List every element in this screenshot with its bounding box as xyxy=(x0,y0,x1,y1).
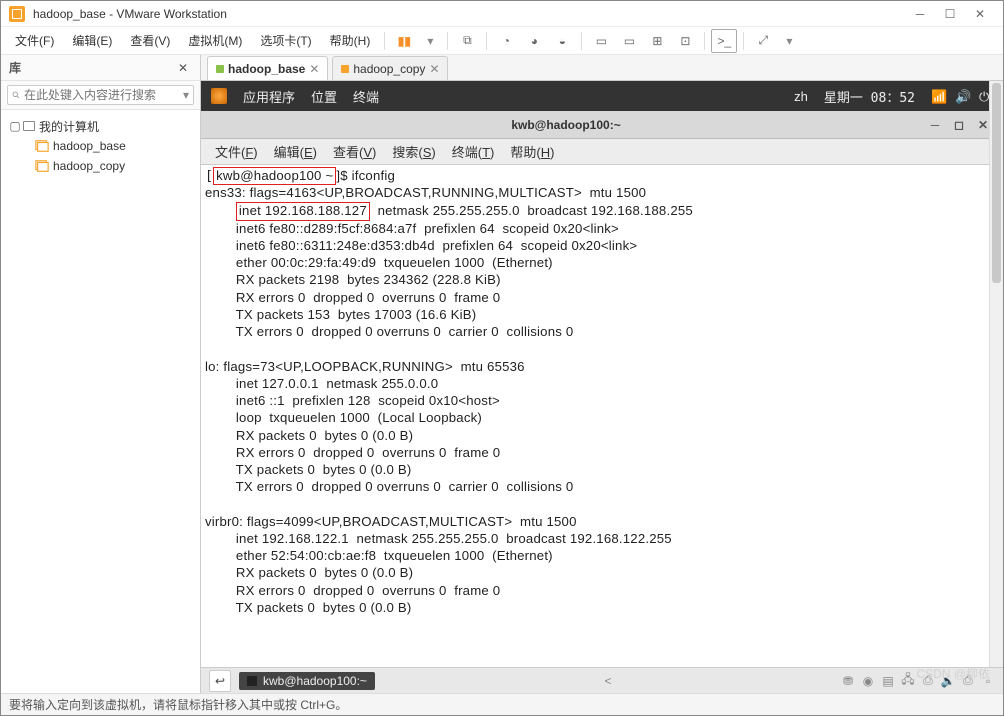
vm-icon xyxy=(341,65,349,73)
printer-icon[interactable]: ⎙ xyxy=(961,674,975,688)
tab-close-button[interactable]: ✕ xyxy=(309,62,319,76)
content-area: hadoop_base ✕ hadoop_copy ✕ 应用程序 位置 终端 z… xyxy=(201,55,1003,693)
guest-menu-terminal[interactable]: 终端 xyxy=(353,87,379,106)
tab-hadoop-base[interactable]: hadoop_base ✕ xyxy=(207,56,328,80)
snapshot-button[interactable]: ◔ xyxy=(493,29,519,53)
tree-item-hadoop-copy[interactable]: hadoop_copy xyxy=(5,156,196,176)
vm-tabs: hadoop_base ✕ hadoop_copy ✕ xyxy=(201,55,1003,81)
guest-menu-apps[interactable]: 应用程序 xyxy=(243,87,295,106)
guest-window-title: kwb@hadoop100:~ xyxy=(511,118,620,132)
network-adapter-icon[interactable]: 🖧 xyxy=(901,674,915,688)
gmenu-search[interactable]: 搜索(S) xyxy=(386,140,441,163)
floppy-icon[interactable]: ▤ xyxy=(881,674,895,688)
vm-statusbar: ↩ kwb@hadoop100:~ < ⛃ ◉ ▤ 🖧 ⎙ 🔈 ⎙ ▫ xyxy=(201,667,1003,693)
menu-help[interactable]: 帮助(H) xyxy=(322,28,379,53)
guest-lang-indicator[interactable]: zh xyxy=(794,89,808,104)
guest-clock: 星期一 08：52 xyxy=(824,87,915,106)
menu-tabs[interactable]: 选项卡(T) xyxy=(252,28,319,53)
vm-device-tray: ⛃ ◉ ▤ 🖧 ⎙ 🔈 ⎙ ▫ xyxy=(841,674,995,688)
library-tree: ▢ 我的计算机 hadoop_base hadoop_copy xyxy=(1,110,200,693)
tab-close-button[interactable]: ✕ xyxy=(429,62,439,76)
snapshot-manage-button[interactable]: ◒ xyxy=(549,29,575,53)
vm-icon xyxy=(35,139,49,153)
guest-taskbar-terminal[interactable]: kwb@hadoop100:~ xyxy=(239,672,375,690)
titlebar: hadoop_base - VMware Workstation ─ ☐ ✕ xyxy=(1,1,1003,27)
disk-icon[interactable]: ⛃ xyxy=(841,674,855,688)
computer-icon xyxy=(23,121,35,131)
sidebar-close-button[interactable]: ✕ xyxy=(174,61,192,75)
tree-item-label: hadoop_copy xyxy=(53,159,125,173)
usb-icon[interactable]: ⎙ xyxy=(921,674,935,688)
guest-terminal-menubar: 文件(F) 编辑(E) 查看(V) 搜索(S) 终端(T) 帮助(H) xyxy=(201,139,1003,165)
return-button[interactable]: ↩ xyxy=(209,670,231,692)
highlight-prompt: kwb@hadoop100 ~ xyxy=(213,167,336,185)
display-icon[interactable]: ▫ xyxy=(981,674,995,688)
library-sidebar: 库 ✕ ▾ ▢ 我的计算机 hadoop_base xyxy=(1,55,201,693)
menu-edit[interactable]: 编辑(E) xyxy=(64,28,120,53)
tree-item-hadoop-base[interactable]: hadoop_base xyxy=(5,136,196,156)
terminal-icon xyxy=(247,676,257,686)
menu-file[interactable]: 文件(F) xyxy=(7,28,62,53)
network-icon[interactable]: 📶 xyxy=(931,89,945,103)
guest-minimize-button[interactable]: ─ xyxy=(923,115,947,135)
console-button[interactable]: >_ xyxy=(711,29,737,53)
status-text: 要将输入定向到该虚拟机，请将鼠标指针移入其中或按 Ctrl+G。 xyxy=(9,696,347,713)
statusbar-chevron[interactable]: < xyxy=(600,674,615,688)
activities-icon[interactable] xyxy=(211,88,227,104)
sidebar-search[interactable]: ▾ xyxy=(7,85,194,105)
guest-menu-places[interactable]: 位置 xyxy=(311,87,337,106)
vmware-logo-icon xyxy=(9,6,25,22)
maximize-button[interactable]: ☐ xyxy=(935,4,965,24)
snapshot-revert-button[interactable]: ◕ xyxy=(521,29,547,53)
tab-hadoop-copy[interactable]: hadoop_copy ✕ xyxy=(332,56,448,80)
search-icon xyxy=(12,89,20,101)
volume-icon[interactable]: 🔊 xyxy=(955,89,969,103)
search-input[interactable] xyxy=(24,88,179,102)
gmenu-edit[interactable]: 编辑(E) xyxy=(268,140,323,163)
view-split-button[interactable]: ▭ xyxy=(616,29,642,53)
guest-maximize-button[interactable]: ◻ xyxy=(947,115,971,135)
app-statusbar: 要将输入定向到该虚拟机，请将鼠标指针移入其中或按 Ctrl+G。 xyxy=(1,693,1003,715)
taskbar-label: kwb@hadoop100:~ xyxy=(263,674,367,688)
highlight-inet: inet 192.168.188.127 xyxy=(236,202,370,220)
gmenu-view[interactable]: 查看(V) xyxy=(327,140,382,163)
search-chevron[interactable]: ▾ xyxy=(179,88,189,102)
gmenu-help[interactable]: 帮助(H) xyxy=(504,140,560,163)
sound-icon[interactable]: 🔈 xyxy=(941,674,955,688)
menu-view[interactable]: 查看(V) xyxy=(122,28,178,53)
tree-root-my-computer[interactable]: ▢ 我的计算机 xyxy=(5,116,196,136)
app-menubar: 文件(F) 编辑(E) 查看(V) 虚拟机(M) 选项卡(T) 帮助(H) ▮▮… xyxy=(1,27,1003,55)
vm-icon xyxy=(35,159,49,173)
tree-item-label: hadoop_base xyxy=(53,139,126,153)
gmenu-file[interactable]: 文件(F) xyxy=(209,140,264,163)
close-button[interactable]: ✕ xyxy=(965,4,995,24)
menu-vm[interactable]: 虚拟机(M) xyxy=(180,28,250,53)
content-scrollbar[interactable] xyxy=(989,81,1003,667)
view-tile-button[interactable]: ⊞ xyxy=(644,29,670,53)
sidebar-title: 库 xyxy=(9,59,21,76)
tab-label: hadoop_copy xyxy=(353,62,425,76)
guest-window-titlebar: kwb@hadoop100:~ ─ ◻ ✕ xyxy=(201,111,1003,139)
tree-root-label: 我的计算机 xyxy=(39,118,99,135)
minimize-button[interactable]: ─ xyxy=(905,4,935,24)
fullscreen-button[interactable]: ⤢ xyxy=(750,29,776,53)
cd-icon[interactable]: ◉ xyxy=(861,674,875,688)
send-ctrlaltdel-button[interactable]: ⧉ xyxy=(454,29,480,53)
pause-chevron[interactable]: ▾ xyxy=(419,30,441,52)
tree-collapse-icon[interactable]: ▢ xyxy=(9,119,21,133)
fullscreen-chevron[interactable]: ▾ xyxy=(778,30,800,52)
pause-button[interactable]: ▮▮ xyxy=(391,29,417,53)
guest-terminal-output[interactable]: [kwb@hadoop100 ~]$ ifconfig ens33: flags… xyxy=(201,165,1003,667)
tab-label: hadoop_base xyxy=(228,62,305,76)
guest-top-panel: 应用程序 位置 终端 zh 星期一 08：52 📶 🔊 ⏻ xyxy=(201,81,1003,111)
view-single-button[interactable]: ▭ xyxy=(588,29,614,53)
view-unity-button[interactable]: ⊡ xyxy=(672,29,698,53)
gmenu-terminal[interactable]: 终端(T) xyxy=(446,140,501,163)
window-title: hadoop_base - VMware Workstation xyxy=(33,7,905,21)
vm-running-icon xyxy=(216,65,224,73)
